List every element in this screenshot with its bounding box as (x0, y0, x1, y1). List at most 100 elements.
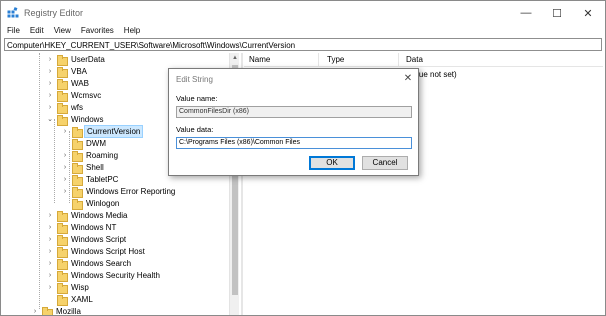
tree-item[interactable]: › Shell (61, 161, 106, 174)
chevron-right-icon[interactable]: › (46, 271, 54, 279)
tree-item-label: Windows Script (71, 234, 127, 244)
chevron-right-icon[interactable]: › (46, 259, 54, 267)
folder-icon (57, 270, 68, 282)
column-header-type[interactable]: Type (327, 55, 344, 65)
chevron-down-icon[interactable]: ⌄ (46, 115, 54, 123)
dialog-close-button[interactable]: ✕ (401, 72, 415, 86)
folder-icon (72, 126, 83, 138)
chevron-right-icon[interactable]: › (46, 235, 54, 243)
chevron-right-icon[interactable]: › (46, 103, 54, 111)
tree-item[interactable]: › Windows NT (46, 221, 118, 234)
tree-item[interactable]: › Windows Search (46, 257, 133, 270)
tree-item[interactable]: › Wisp (46, 281, 91, 294)
tree-item[interactable]: › wfs (46, 101, 85, 114)
address-path: Computer\HKEY_CURRENT_USER\Software\Micr… (7, 41, 296, 50)
tree-item[interactable]: › TabletPC (61, 173, 120, 186)
tree-connector-line (39, 53, 40, 309)
chevron-right-icon[interactable]: › (61, 127, 69, 135)
folder-icon (72, 198, 83, 210)
tree-item-label: Windows Media (71, 210, 128, 220)
window-title: Registry Editor (24, 8, 84, 18)
ok-button[interactable]: OK (309, 156, 355, 170)
tree-item[interactable]: › Mozilla (31, 305, 83, 315)
tree-item-label: Winlogon (86, 198, 120, 208)
chevron-right-icon[interactable]: › (61, 163, 69, 171)
address-bar[interactable]: Computer\HKEY_CURRENT_USER\Software\Micr… (4, 38, 602, 51)
menu-view[interactable]: View (49, 25, 76, 38)
tree-item[interactable]: DWM (61, 137, 108, 150)
folder-icon (57, 66, 68, 78)
tree-item[interactable]: › Windows Script (46, 233, 128, 246)
tree-item[interactable]: ⌄ Windows (46, 113, 105, 126)
folder-icon (57, 78, 68, 90)
menu-file[interactable]: File (1, 25, 25, 38)
tree-item[interactable]: › Windows Error Reporting (61, 185, 177, 198)
chevron-right-icon[interactable]: › (46, 79, 54, 87)
tree-item[interactable]: › Roaming (61, 149, 120, 162)
chevron-right-icon[interactable]: › (46, 211, 54, 219)
column-separator[interactable] (318, 53, 319, 67)
minimize-button[interactable]: — (511, 4, 541, 22)
tree-item-label: WAB (71, 78, 89, 88)
tree-item-label: Windows NT (71, 222, 117, 232)
tree-item[interactable]: › VBA (46, 65, 89, 78)
column-header-data[interactable]: Data (406, 55, 423, 65)
chevron-right-icon[interactable]: › (61, 175, 69, 183)
tree-item-label: Roaming (86, 150, 119, 160)
menu-edit[interactable]: Edit (25, 25, 49, 38)
title-bar[interactable]: Registry Editor — ☐ ✕ (1, 1, 605, 25)
maximize-button[interactable]: ☐ (542, 4, 572, 22)
chevron-right-icon[interactable]: › (46, 283, 54, 291)
scroll-up-arrow-icon[interactable]: ▲ (230, 53, 240, 63)
folder-icon (57, 246, 68, 258)
tree-connector-line (54, 119, 55, 203)
cancel-button[interactable]: Cancel (362, 156, 408, 170)
chevron-right-icon[interactable]: › (46, 223, 54, 231)
tree-item-label: VBA (71, 66, 88, 76)
chevron-right-icon[interactable]: › (46, 55, 54, 63)
folder-icon (57, 210, 68, 222)
registry-editor-icon (7, 7, 19, 18)
tree-item-label: Wisp (71, 282, 89, 292)
value-data-input[interactable]: C:\Programs Files (x86)\Common Files (176, 137, 412, 149)
tree-item-label: XAML (71, 294, 93, 304)
tree-item[interactable]: › UserData (46, 53, 107, 66)
tree-item[interactable]: › CurrentVersion (61, 124, 144, 138)
chevron-right-icon[interactable]: › (46, 91, 54, 99)
tree-item-label: Wcmsvc (71, 90, 102, 100)
tree-item-label: TabletPC (86, 174, 119, 184)
menu-favorites[interactable]: Favorites (76, 25, 119, 38)
close-button[interactable]: ✕ (573, 4, 603, 22)
tree-item-label: Windows (71, 114, 104, 124)
tree-item[interactable]: XAML (46, 293, 95, 306)
column-separator[interactable] (398, 53, 399, 67)
folder-icon (72, 138, 83, 150)
chevron-right-icon[interactable]: › (61, 151, 69, 159)
folder-icon (57, 282, 68, 294)
menu-bar: File Edit View Favorites Help (1, 25, 605, 38)
folder-icon (42, 306, 53, 315)
tree-item[interactable]: Winlogon (61, 197, 121, 210)
tree-item[interactable]: › Windows Security Health (46, 269, 162, 282)
folder-icon (72, 186, 83, 198)
tree-item-label: DWM (86, 138, 106, 148)
chevron-right-icon[interactable]: › (61, 187, 69, 195)
tree-item[interactable]: › Wcmsvc (46, 89, 103, 102)
tree-item-label: Windows Error Reporting (86, 186, 176, 196)
tree-item[interactable]: › WAB (46, 77, 91, 90)
column-header-name[interactable]: Name (249, 55, 270, 65)
tree-item-label: CurrentVersion (84, 124, 144, 138)
tree-item-label: Windows Script Host (71, 246, 145, 256)
chevron-right-icon[interactable]: › (31, 307, 39, 315)
chevron-right-icon[interactable]: › (46, 247, 54, 255)
folder-icon (57, 294, 68, 306)
menu-help[interactable]: Help (119, 25, 145, 38)
tree-item-label: Mozilla (56, 306, 81, 316)
chevron-right-icon[interactable]: › (46, 67, 54, 75)
folder-icon (57, 234, 68, 246)
tree-item[interactable]: › Windows Media (46, 209, 129, 222)
folder-icon (72, 162, 83, 174)
tree-item[interactable]: › Windows Script Host (46, 245, 147, 258)
dialog-title: Edit String (176, 75, 213, 84)
